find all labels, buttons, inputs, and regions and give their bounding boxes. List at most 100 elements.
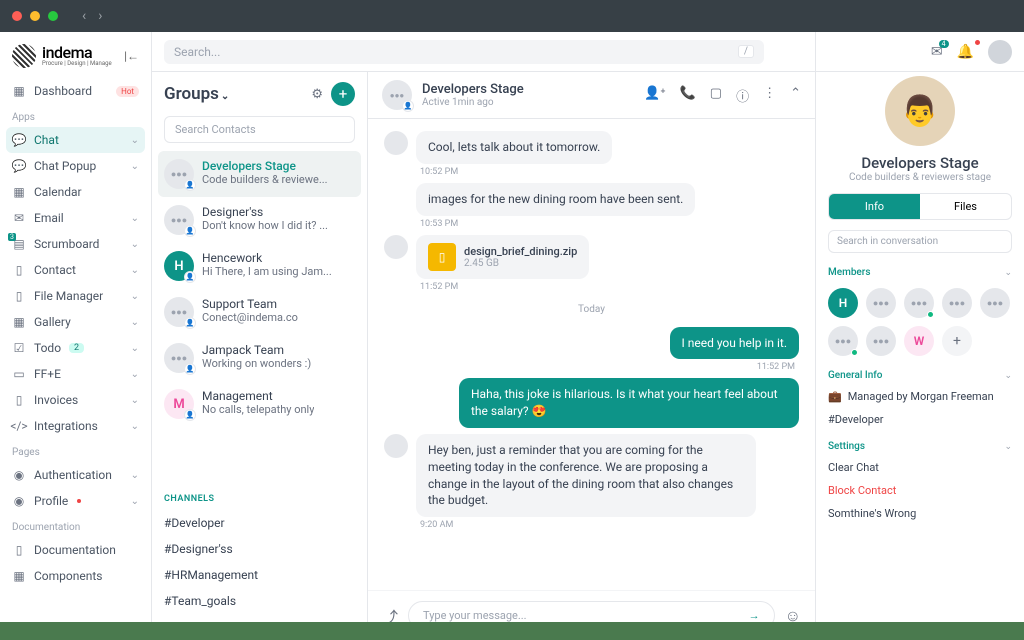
member-avatar[interactable]: ●●● bbox=[828, 326, 858, 356]
search-contacts[interactable]: Search Contacts bbox=[164, 116, 355, 143]
setting-wrong[interactable]: Somthine's Wrong bbox=[816, 502, 1024, 525]
sidebar-ffe[interactable]: ▭FF+E⌄ bbox=[0, 361, 151, 387]
message-bubble: Hey ben, just a reminder that you are co… bbox=[416, 434, 756, 517]
message-avatar bbox=[384, 434, 408, 458]
group-name: Management bbox=[202, 389, 314, 403]
popup-icon: 💬 bbox=[12, 159, 26, 173]
message-bubble: Cool, lets talk about it tomorrow. bbox=[416, 131, 612, 164]
window-maximize[interactable] bbox=[48, 11, 58, 21]
chat-column: ●●●👤 Developers Stage Active 1min ago 👤⁺… bbox=[368, 32, 816, 640]
settings-header[interactable]: Settings⌄ bbox=[816, 437, 1024, 456]
sidebar-file-manager[interactable]: ▯File Manager⌄ bbox=[0, 283, 151, 309]
member-avatar[interactable]: ●●● bbox=[866, 288, 896, 318]
components-icon: ▦ bbox=[12, 569, 26, 583]
sidebar-collapse[interactable]: |← bbox=[124, 49, 139, 63]
group-item[interactable]: ●●●👤Designer'ssDon't know how I did it? … bbox=[152, 197, 367, 243]
info-icon[interactable]: ⓘ bbox=[736, 86, 749, 105]
sidebar-dashboard[interactable]: ▦DashboardHot bbox=[0, 78, 151, 104]
sidebar-documentation[interactable]: ▯Documentation bbox=[0, 537, 151, 563]
window-minimize[interactable] bbox=[30, 11, 40, 21]
setting-clear[interactable]: Clear Chat bbox=[816, 456, 1024, 479]
sidebar-gallery[interactable]: ▦Gallery⌄ bbox=[0, 309, 151, 335]
member-avatar[interactable]: ●●● bbox=[866, 326, 896, 356]
nav-back[interactable]: ‹ bbox=[82, 8, 86, 24]
briefcase-icon: 💼 bbox=[828, 390, 842, 403]
add-user-icon[interactable]: 👤⁺ bbox=[644, 86, 665, 105]
sidebar-email[interactable]: ✉Email⌄ bbox=[0, 205, 151, 231]
info-name: Developers Stage bbox=[816, 154, 1024, 172]
group-avatar: ●●●👤 bbox=[164, 343, 194, 373]
section-docs: Documentation bbox=[0, 514, 151, 537]
sidebar: indema Procure | Design | Manage |← ▦Das… bbox=[0, 32, 152, 640]
inbox-icon[interactable]: ✉4 bbox=[931, 44, 943, 60]
sidebar-integrations[interactable]: </>Integrations⌄ bbox=[0, 413, 151, 439]
sidebar-chat[interactable]: 💬Chat⌄ bbox=[6, 127, 145, 153]
chat-status: Active 1min ago bbox=[422, 97, 524, 108]
bottom-bar bbox=[0, 622, 1024, 640]
search-conversation[interactable]: Search in conversation bbox=[828, 230, 1012, 253]
more-icon[interactable]: ⋮ bbox=[763, 86, 776, 105]
groups-column: Groups⌄ ⚙ + Search Contacts ●●●👤Develope… bbox=[152, 32, 368, 640]
sidebar-profile[interactable]: ◉Profile⌄ bbox=[0, 488, 151, 514]
member-avatar[interactable]: W bbox=[904, 326, 934, 356]
sidebar-chat-popup[interactable]: 💬Chat Popup⌄ bbox=[0, 153, 151, 179]
nav-forward[interactable]: › bbox=[98, 8, 102, 24]
message-row: images for the new dining room have been… bbox=[384, 183, 799, 229]
sidebar-calendar[interactable]: ▦Calendar bbox=[0, 179, 151, 205]
group-item[interactable]: ●●●👤Developers StageCode builders & revi… bbox=[158, 151, 361, 197]
file-attachment[interactable]: ▯design_brief_dining.zip2.45 GB bbox=[416, 235, 589, 279]
invoice-icon: ▯ bbox=[12, 393, 26, 407]
collapse-info-icon[interactable]: ⌃ bbox=[790, 86, 801, 105]
message-bubble: images for the new dining room have been… bbox=[416, 183, 695, 216]
send-icon[interactable]: → bbox=[749, 609, 760, 622]
day-divider: Today bbox=[384, 304, 799, 315]
sidebar-components[interactable]: ▦Components bbox=[0, 563, 151, 589]
search-placeholder: Search... bbox=[174, 45, 220, 59]
channel-item[interactable]: #HRManagement bbox=[152, 562, 367, 588]
window-close[interactable] bbox=[12, 11, 22, 21]
message-bubble: I need you help in it. bbox=[670, 327, 800, 360]
message-avatar bbox=[384, 235, 408, 259]
group-name: Developers Stage bbox=[202, 159, 328, 173]
setting-block[interactable]: Block Contact bbox=[816, 479, 1024, 502]
group-item[interactable]: ●●●👤Support TeamConect@indema.co bbox=[152, 289, 367, 335]
message-time: 10:53 PM bbox=[416, 219, 695, 229]
sidebar-invoices[interactable]: ▯Invoices⌄ bbox=[0, 387, 151, 413]
channel-item[interactable]: #Developer bbox=[152, 510, 367, 536]
todo-icon: ☑ bbox=[12, 341, 26, 355]
sidebar-auth[interactable]: ◉Authentication⌄ bbox=[0, 462, 151, 488]
sidebar-todo[interactable]: ☑Todo2⌄ bbox=[0, 335, 151, 361]
channel-item[interactable]: #Designer'ss bbox=[152, 536, 367, 562]
member-avatar[interactable]: ●●● bbox=[904, 288, 934, 318]
integrations-icon: </> bbox=[12, 419, 26, 433]
bell-icon[interactable]: 🔔 bbox=[957, 44, 974, 60]
member-avatar[interactable]: H bbox=[828, 288, 858, 318]
group-item[interactable]: M👤ManagementNo calls, telepathy only bbox=[152, 381, 367, 427]
user-avatar[interactable] bbox=[988, 40, 1012, 64]
general-info-header[interactable]: General Info⌄ bbox=[816, 366, 1024, 385]
member-avatar[interactable]: ●●● bbox=[942, 288, 972, 318]
auth-icon: ◉ bbox=[12, 468, 26, 482]
sidebar-scrumboard[interactable]: 3▤Scrumboard⌄ bbox=[0, 231, 151, 257]
tab-info[interactable]: Info bbox=[829, 194, 920, 219]
group-item[interactable]: ●●●👤Jampack TeamWorking on wonders :) bbox=[152, 335, 367, 381]
sidebar-contact[interactable]: ▯Contact⌄ bbox=[0, 257, 151, 283]
group-avatar: ●●●👤 bbox=[164, 297, 194, 327]
add-member-button[interactable]: + bbox=[942, 326, 972, 356]
groups-settings-icon[interactable]: ⚙ bbox=[311, 87, 323, 102]
tab-files[interactable]: Files bbox=[920, 194, 1011, 219]
group-item[interactable]: H👤HenceworkHi There, I am using Jam... bbox=[152, 243, 367, 289]
message-row: Haha, this joke is hilarious. Is it what… bbox=[384, 378, 799, 428]
hashtag-line: #Developer bbox=[816, 408, 1024, 431]
groups-title[interactable]: Groups⌄ bbox=[164, 84, 229, 104]
info-column: 👨 Developers Stage Code builders & revie… bbox=[816, 32, 1024, 640]
group-avatar: H👤 bbox=[164, 251, 194, 281]
member-avatar[interactable]: ●●● bbox=[980, 288, 1010, 318]
video-icon[interactable]: ▢ bbox=[710, 86, 722, 105]
call-icon[interactable]: 📞 bbox=[680, 86, 696, 105]
section-pages: Pages bbox=[0, 439, 151, 462]
message-row: Cool, lets talk about it tomorrow.10:52 … bbox=[384, 131, 799, 177]
add-group-button[interactable]: + bbox=[331, 82, 355, 106]
members-header[interactable]: Members⌄ bbox=[816, 263, 1024, 282]
channel-item[interactable]: #Team_goals bbox=[152, 588, 367, 614]
